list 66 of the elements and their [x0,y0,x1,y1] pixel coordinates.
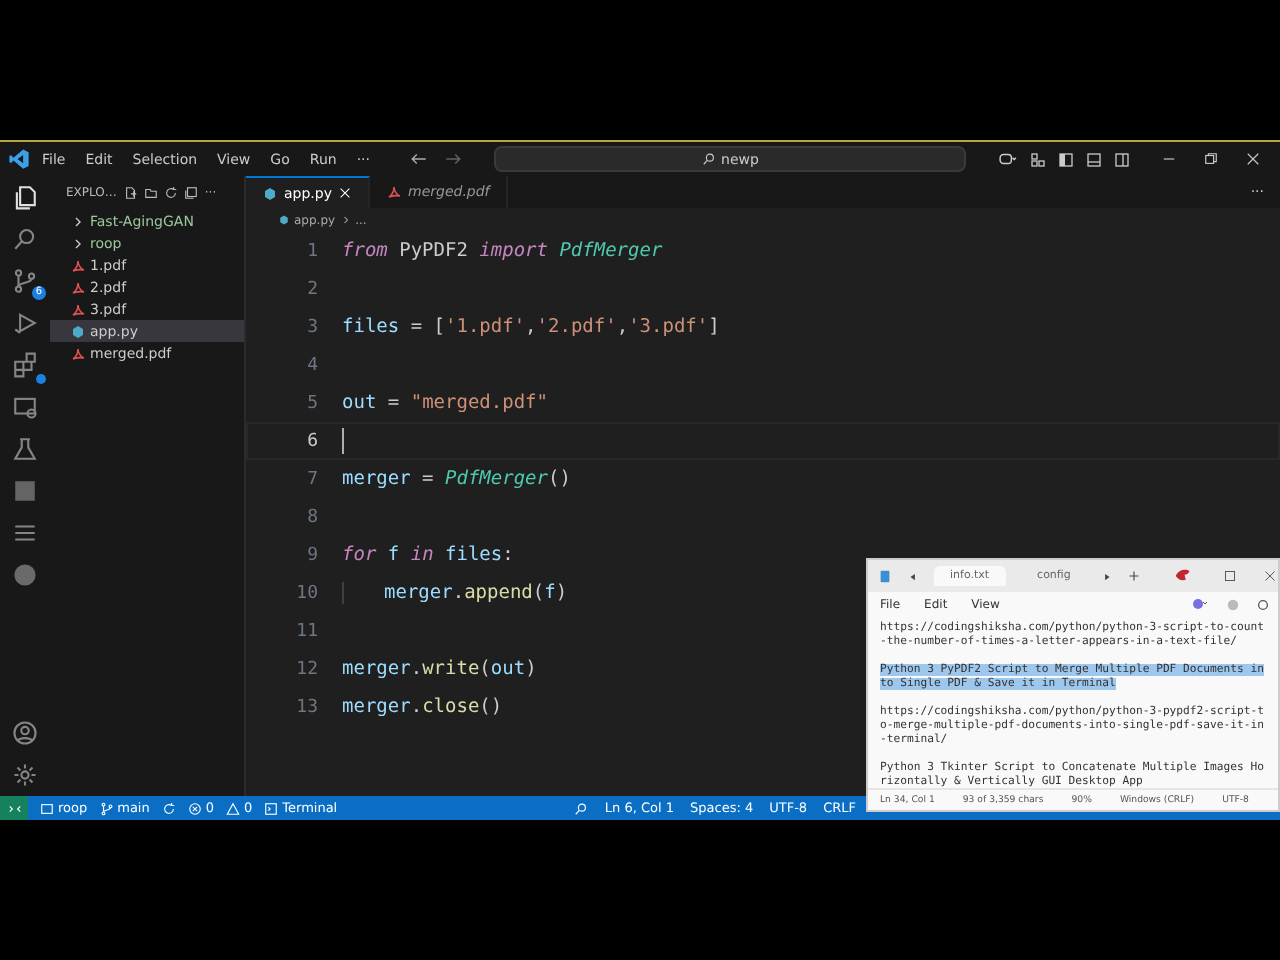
code-line: files = ['1.pdf','2.pdf','3.pdf'] [342,316,720,338]
line-number: 11 [294,621,318,641]
branch-icon[interactable] [99,801,114,815]
refresh-icon[interactable] [164,185,179,199]
sync-icon[interactable] [161,801,176,815]
error-icon[interactable] [187,801,202,815]
line-number: 4 [305,355,318,375]
code-line: merger.close() [342,696,503,718]
code-line: for f in files: [342,544,514,566]
line-number: 3 [305,317,318,337]
chevron-right-icon [339,214,352,226]
search-icon [701,152,716,166]
vscode-logo-icon [8,148,30,170]
text-cursor [342,428,344,454]
notification-dot [36,374,46,384]
new-file-icon[interactable] [124,185,139,199]
minimize-icon[interactable] [1162,152,1176,166]
panel-layout-icon[interactable] [1086,151,1102,167]
customize-layout-icon[interactable] [1030,151,1046,167]
python-file-icon [278,214,290,226]
folder-icon[interactable] [40,801,54,815]
code-line: merger = PdfMerger() [342,468,571,490]
account-icon[interactable] [12,720,38,746]
pdf-icon [70,345,86,361]
lines-icon[interactable] [12,520,38,546]
line-number: 5 [305,393,318,413]
warning-icon[interactable] [226,801,240,815]
zoom-icon[interactable] [574,801,589,815]
python-file-icon [70,323,86,339]
code-line: from PyPDF2 import PdfMerger [342,240,663,262]
remote-indicator[interactable] [0,796,28,820]
collapse-icon[interactable] [184,185,199,199]
square-icon[interactable] [12,478,38,504]
scroll-right-icon[interactable] [1102,571,1113,581]
sidebar-layout-icon[interactable] [1058,151,1074,167]
search-icon[interactable] [12,226,38,252]
code-line: out = "merged.pdf" [342,392,548,414]
line-number: 10 [294,583,318,603]
flask-icon[interactable] [12,436,38,462]
secondary-sidebar-icon[interactable] [1114,151,1130,167]
line-number: 6 [305,431,318,451]
restore-icon[interactable] [1204,152,1218,166]
new-folder-icon[interactable] [144,185,159,199]
line-number: 7 [305,469,318,489]
remote-icon [7,801,21,815]
monitor-icon[interactable] [12,394,38,420]
line-number: 13 [294,697,318,717]
circle-icon[interactable] [12,562,38,588]
code-line: merger.write(out) [342,658,537,680]
files-icon[interactable] [12,184,38,210]
notepad-icon [878,568,892,584]
code-line: merger.append(f) [342,582,568,604]
branch-icon[interactable] [12,268,38,294]
terminal-icon[interactable] [264,801,279,815]
pdf-icon [386,184,402,200]
line-number: 1 [305,241,318,261]
line-number: 9 [305,545,318,565]
forward-arrow-icon[interactable] [444,150,463,168]
blocks-icon[interactable] [12,352,38,378]
scroll-left-icon[interactable] [908,571,918,581]
line-number: 12 [294,659,318,679]
line-number: 8 [305,507,318,527]
back-arrow-icon[interactable] [410,150,429,168]
maximize-icon[interactable] [1224,570,1237,582]
add-icon[interactable] [1128,570,1141,582]
line-number: 2 [305,279,318,299]
